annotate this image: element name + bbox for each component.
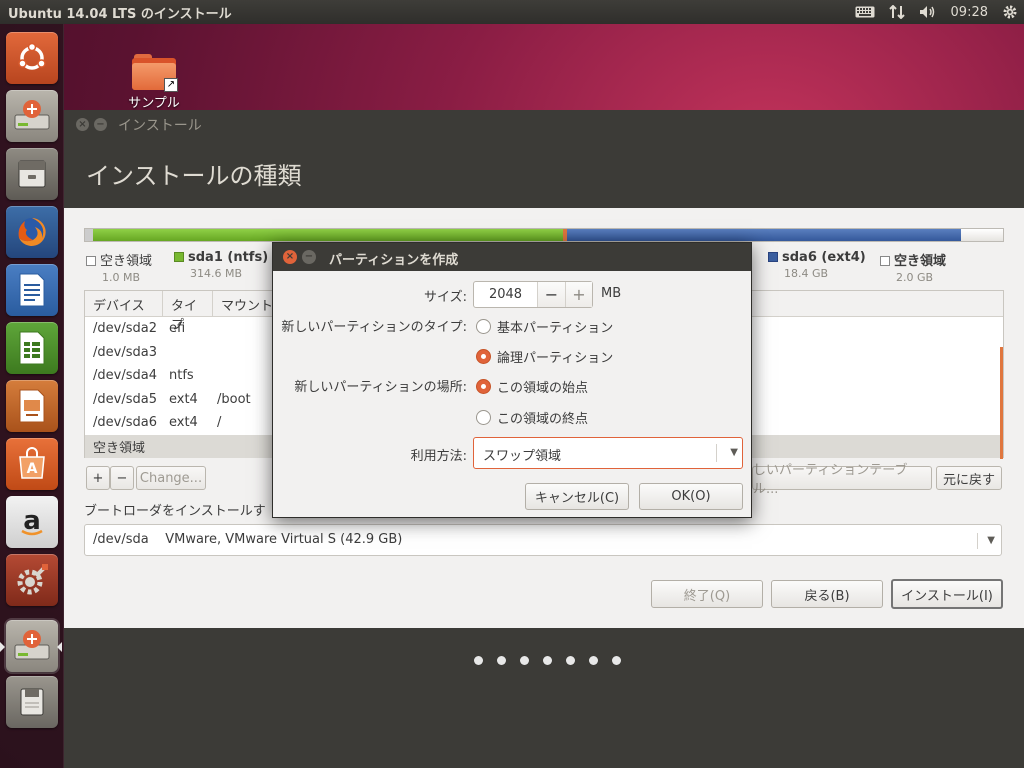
gear-icon[interactable] — [1002, 4, 1018, 20]
dash-home-icon[interactable] — [6, 32, 58, 84]
installer-icon[interactable] — [6, 90, 58, 142]
radio-primary[interactable]: 基本パーティション — [476, 317, 613, 336]
legend-free-end: 空き領域 2.0 GB — [880, 250, 946, 284]
bootloader-device-select[interactable]: /dev/sda VMware, VMware Virtual S (42.9 … — [84, 524, 1002, 556]
legend-sda6: sda6 (ext4) 18.4 GB — [768, 250, 866, 280]
size-spinner[interactable]: 2048 − + — [473, 281, 593, 308]
partition-segment-sda1 — [93, 229, 563, 241]
back-button[interactable]: 戻る(B) — [771, 580, 883, 608]
folder-icon: ↗ — [132, 54, 178, 92]
installer-header: インストールの種類 — [64, 138, 1024, 208]
firefox-icon[interactable] — [6, 206, 58, 258]
partition-segment-free-end — [961, 229, 1003, 241]
size-input[interactable]: 2048 — [474, 282, 538, 307]
network-icon[interactable] — [888, 5, 905, 19]
running-indicator — [0, 642, 5, 652]
progress-dot — [589, 656, 598, 665]
change-partition-button[interactable]: Change... — [136, 466, 206, 490]
installer-footer — [64, 628, 1024, 768]
system-tray: 09:28 — [855, 0, 1024, 24]
use-as-select[interactable]: スワップ領域 ▼ — [473, 437, 743, 469]
chevron-down-icon: ▼ — [716, 444, 738, 462]
progress-dot — [520, 656, 529, 665]
radio-logical[interactable]: 論理パーティション — [476, 347, 613, 366]
clock[interactable]: 09:28 — [951, 5, 988, 20]
volume-icon[interactable] — [919, 5, 937, 19]
partition-segment-free-start — [85, 229, 93, 241]
quit-button[interactable]: 終了(Q) — [651, 580, 763, 608]
bootloader-label: ブートローダをインストールす — [84, 504, 266, 519]
radio-location-start[interactable]: この領域の始点 — [476, 377, 588, 396]
installer-titlebar: × − インストール — [64, 110, 1024, 138]
window-title: Ubuntu 14.04 LTS のインストール — [8, 7, 232, 22]
trash-icon[interactable] — [6, 676, 58, 728]
desktop-folder-label: サンプル — [128, 96, 180, 111]
system-settings-icon[interactable] — [6, 554, 58, 606]
partition-segment-sda6 — [567, 229, 961, 241]
partition-bar — [84, 228, 1004, 242]
progress-dots — [474, 656, 635, 665]
radio-button[interactable] — [476, 410, 491, 425]
close-icon[interactable]: × — [283, 250, 297, 264]
legend-free-start: 空き領域 1.0 MB — [86, 250, 152, 284]
bootloader-device-value: /dev/sda VMware, VMware Virtual S (42.9 … — [93, 532, 403, 547]
chevron-down-icon: ▼ — [977, 533, 995, 549]
progress-dot — [497, 656, 506, 665]
new-partition-table-button[interactable]: しいパーティションテーブル... — [752, 463, 932, 497]
libreoffice-calc-icon[interactable] — [6, 322, 58, 374]
installer-running-icon[interactable] — [4, 618, 60, 674]
software-center-icon[interactable]: A — [6, 438, 58, 490]
svg-text:a: a — [23, 506, 41, 536]
link-arrow-icon: ↗ — [164, 78, 178, 92]
column-device[interactable]: デバイス — [85, 291, 163, 316]
radio-location-end[interactable]: この領域の終点 — [476, 408, 588, 427]
file-manager-icon[interactable] — [6, 148, 58, 200]
svg-text:A: A — [27, 461, 38, 477]
close-icon[interactable]: × — [76, 118, 89, 131]
size-unit: MB — [601, 286, 622, 301]
launcher: A a — [0, 24, 64, 768]
ok-button[interactable]: OK(O) — [639, 483, 743, 510]
focus-indicator — [57, 642, 62, 652]
partition-location-label: 新しいパーティションの場所: — [294, 380, 467, 395]
amazon-icon[interactable]: a — [6, 496, 58, 548]
installer-title: インストール — [118, 118, 202, 134]
use-as-value: スワップ領域 — [483, 449, 562, 464]
column-type[interactable]: タイプ — [163, 291, 213, 333]
add-partition-button[interactable]: + — [86, 466, 110, 490]
top-panel: Ubuntu 14.04 LTS のインストール 09:28 — [0, 0, 1024, 24]
libreoffice-impress-icon[interactable] — [6, 380, 58, 432]
minimize-icon[interactable]: − — [302, 250, 316, 264]
radio-button[interactable] — [476, 319, 491, 334]
create-partition-dialog: × − パーティションを作成 サイズ: 2048 − + MB 新しいパーティシ… — [272, 242, 752, 518]
progress-dot — [612, 656, 621, 665]
progress-dot — [474, 656, 483, 665]
decrement-button[interactable]: − — [538, 282, 565, 307]
dialog-title: パーティションを作成 — [329, 253, 459, 268]
page-title: インストールの種類 — [86, 162, 302, 190]
legend-sda1: sda1 (ntfs) 314.6 MB — [174, 250, 268, 280]
libreoffice-writer-icon[interactable] — [6, 264, 58, 316]
desktop-folder[interactable]: ↗ サンプル — [118, 50, 190, 111]
use-as-label: 利用方法: — [410, 449, 467, 464]
minimize-icon[interactable]: − — [94, 118, 107, 131]
partition-type-label: 新しいパーティションのタイプ: — [281, 320, 467, 335]
radio-button-selected[interactable] — [476, 349, 491, 364]
progress-dot — [543, 656, 552, 665]
install-button[interactable]: インストール(I) — [891, 579, 1003, 609]
revert-button[interactable]: 元に戻す — [936, 466, 1002, 490]
radio-button-selected[interactable] — [476, 379, 491, 394]
keyboard-icon[interactable] — [855, 6, 875, 18]
dialog-titlebar: × − パーティションを作成 — [273, 243, 751, 271]
scrollbar[interactable] — [1000, 347, 1003, 459]
progress-dot — [566, 656, 575, 665]
cancel-button[interactable]: キャンセル(C) — [525, 483, 629, 510]
remove-partition-button[interactable]: − — [110, 466, 134, 490]
size-label: サイズ: — [424, 290, 467, 305]
increment-button[interactable]: + — [565, 282, 592, 307]
